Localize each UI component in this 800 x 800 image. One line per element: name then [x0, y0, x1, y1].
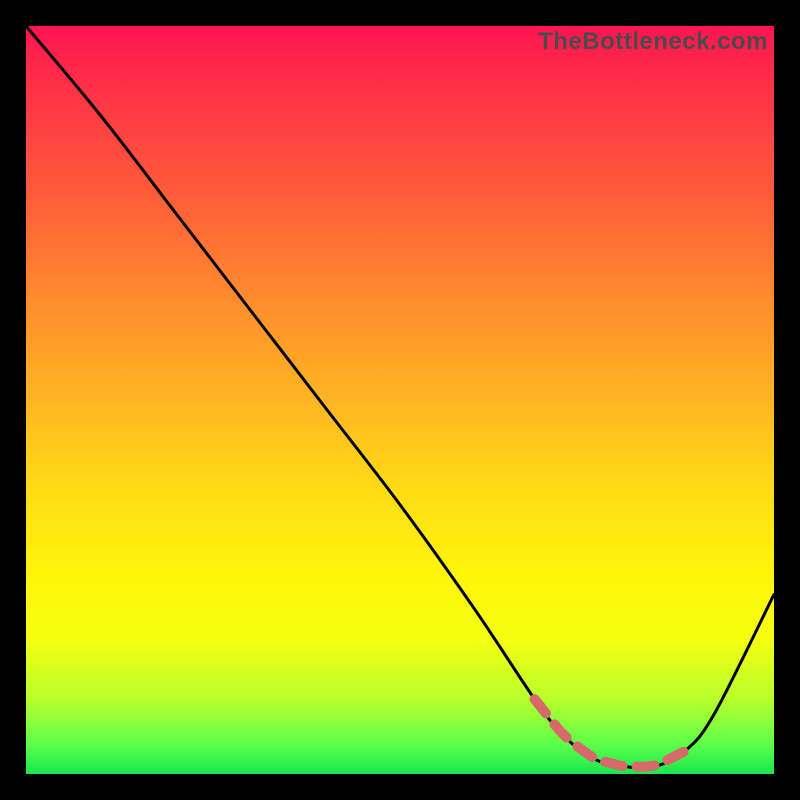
optimal-range-dashes [535, 699, 685, 767]
bottleneck-curve-path [26, 26, 774, 768]
bottleneck-chart [26, 26, 774, 774]
chart-frame: TheBottleneck.com [26, 26, 774, 774]
